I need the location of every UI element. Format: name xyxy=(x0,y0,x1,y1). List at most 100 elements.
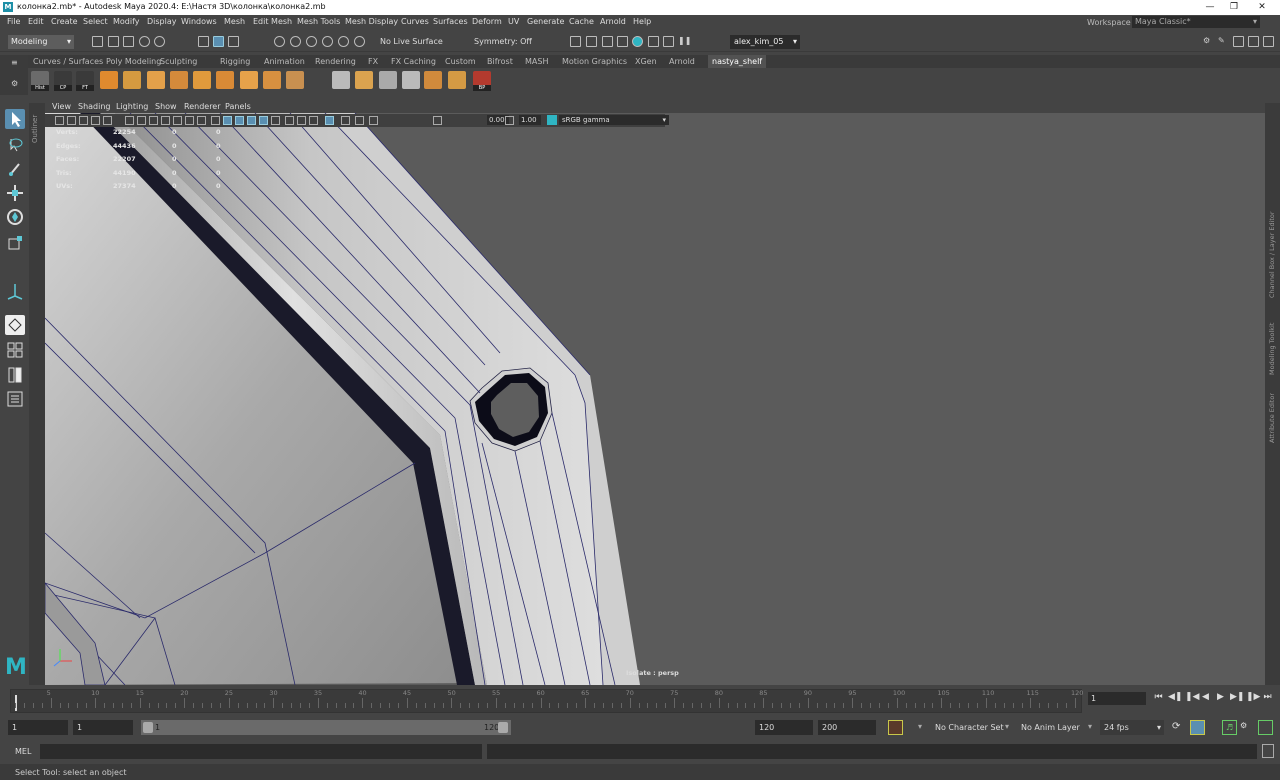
resolution-gate-icon[interactable] xyxy=(149,116,158,125)
anti-alias-icon[interactable] xyxy=(309,116,318,125)
menu-cache[interactable]: Cache xyxy=(569,17,594,26)
current-frame-field[interactable]: 1 xyxy=(1088,692,1146,705)
ambient-occlusion-icon[interactable] xyxy=(285,116,294,125)
shelf-bp-icon[interactable]: BP xyxy=(473,71,491,91)
show-manipulator-icon[interactable] xyxy=(5,281,25,301)
user-account-dropdown[interactable]: alex_kim_05 ▾ xyxy=(730,35,800,49)
exposure-icon[interactable] xyxy=(433,116,442,125)
menu-select[interactable]: Select xyxy=(83,17,108,26)
shelf-cube-icon[interactable] xyxy=(193,71,211,89)
shelf-tab-menu-icon[interactable]: ≡ xyxy=(11,58,18,67)
range-slider[interactable]: 1 120 xyxy=(141,720,511,735)
step-forward-key-icon[interactable]: ❚▶ xyxy=(1246,691,1260,704)
shelf-duplicate-icon[interactable] xyxy=(448,71,466,89)
attribute-editor-tab[interactable]: Attribute Editor xyxy=(1268,393,1276,443)
snap-curve-icon[interactable] xyxy=(290,36,301,47)
camera-attributes-icon[interactable] xyxy=(67,116,76,125)
bookmarks-icon[interactable] xyxy=(79,116,88,125)
hypershade-icon[interactable] xyxy=(632,36,643,47)
menu-surfaces[interactable]: Surfaces xyxy=(433,17,468,26)
menu-arnold[interactable]: Arnold xyxy=(600,17,626,26)
shelf-split-icon[interactable] xyxy=(263,71,281,89)
two-view-layout-icon[interactable] xyxy=(5,365,25,385)
shelf-hist-icon[interactable]: Hist xyxy=(31,71,49,91)
shelf-tab-motion-graphics[interactable]: Motion Graphics xyxy=(562,57,627,66)
snap-surface-icon[interactable] xyxy=(338,36,349,47)
xray-icon[interactable] xyxy=(341,116,350,125)
gamma-icon[interactable] xyxy=(505,116,514,125)
menu-set-select[interactable]: Modeling ▾ xyxy=(8,35,74,49)
undo-icon[interactable] xyxy=(139,36,150,47)
snap-view-icon[interactable] xyxy=(322,36,333,47)
shelf-multicut-icon[interactable] xyxy=(402,71,420,89)
gate-mask-icon[interactable] xyxy=(161,116,170,125)
end-time-field[interactable]: 200 xyxy=(818,720,876,735)
viewport-menu-show[interactable]: Show xyxy=(155,102,177,111)
viewport-menu-shading[interactable]: Shading xyxy=(78,102,111,111)
close-icon[interactable]: ✕ xyxy=(1248,0,1276,15)
paint-select-tool-icon[interactable] xyxy=(5,159,25,179)
backface-icon[interactable] xyxy=(369,116,378,125)
shelf-combine-icon[interactable] xyxy=(286,71,304,89)
select-object-icon[interactable] xyxy=(213,36,224,47)
move-tool-icon[interactable] xyxy=(5,183,25,203)
lasso-tool-icon[interactable] xyxy=(5,135,25,155)
cache-playback-icon[interactable] xyxy=(1190,720,1205,735)
command-input[interactable] xyxy=(40,744,482,759)
menu-edit-mesh[interactable]: Edit Mesh xyxy=(253,17,292,26)
menu-mesh[interactable]: Mesh xyxy=(224,17,245,26)
smooth-shade-icon[interactable] xyxy=(223,116,232,125)
go-to-end-icon[interactable]: ⏭ xyxy=(1262,691,1273,704)
key-dropdown-icon[interactable]: ▾ xyxy=(918,722,922,731)
shelf-bevel-icon[interactable] xyxy=(100,71,118,89)
viewport-menu-renderer[interactable]: Renderer xyxy=(184,102,221,111)
shelf-tab-arnold[interactable]: Arnold xyxy=(669,57,695,66)
go-to-start-icon[interactable]: ⏮ xyxy=(1153,691,1164,704)
shelf-sphere-icon[interactable] xyxy=(123,71,141,89)
four-view-layout-icon[interactable] xyxy=(5,340,25,360)
shelf-tab-fx[interactable]: FX xyxy=(368,57,378,66)
isolate-select-icon[interactable] xyxy=(325,116,334,125)
loop-icon[interactable]: ⟳ xyxy=(1172,721,1180,732)
shelf-merge-icon[interactable] xyxy=(240,71,258,89)
symmetry-dropdown[interactable]: Symmetry: Off xyxy=(474,35,532,49)
menu-generate[interactable]: Generate xyxy=(527,17,564,26)
select-hierarchy-icon[interactable] xyxy=(198,36,209,47)
save-scene-icon[interactable] xyxy=(123,36,134,47)
select-component-icon[interactable] xyxy=(228,36,239,47)
film-gate-icon[interactable] xyxy=(137,116,146,125)
select-camera-icon[interactable] xyxy=(55,116,64,125)
modeling-toolkit-icon[interactable]: ⚙ xyxy=(1203,36,1214,47)
step-forward-frame-icon[interactable]: ▶❚ xyxy=(1230,691,1244,704)
range-end-handle[interactable] xyxy=(498,722,508,733)
menu-create[interactable]: Create xyxy=(51,17,78,26)
outliner-collapsed-tab[interactable]: Outliner xyxy=(29,103,45,685)
shelf-tab-custom[interactable]: Custom xyxy=(445,57,476,66)
shelf-tab-xgen[interactable]: XGen xyxy=(635,57,657,66)
menu-uv[interactable]: UV xyxy=(508,17,519,26)
shelf-tab-animation[interactable]: Animation xyxy=(264,57,305,66)
render-view-icon[interactable] xyxy=(570,36,581,47)
fps-select[interactable]: 24 fps ▾ xyxy=(1100,720,1164,735)
menu-deform[interactable]: Deform xyxy=(472,17,502,26)
menu-help[interactable]: Help xyxy=(633,17,651,26)
shelf-tab-sculpting[interactable]: Sculpting xyxy=(160,57,197,66)
shelf-tab-fx-caching[interactable]: FX Caching xyxy=(391,57,436,66)
anim-prefs-icon[interactable]: ⚙ xyxy=(1240,721,1247,730)
wireframe-icon[interactable] xyxy=(211,116,220,125)
sculpt-icon[interactable]: ✎ xyxy=(1218,36,1229,47)
viewport-menu-panels[interactable]: Panels xyxy=(225,102,251,111)
new-scene-icon[interactable] xyxy=(92,36,103,47)
use-lights-icon[interactable] xyxy=(259,116,268,125)
rotate-tool-icon[interactable] xyxy=(5,207,25,227)
menu-edit[interactable]: Edit xyxy=(28,17,44,26)
textured-icon[interactable] xyxy=(247,116,256,125)
single-perspective-layout-icon[interactable] xyxy=(5,315,25,335)
snap-pivot-icon[interactable] xyxy=(354,36,365,47)
ipr-render-icon[interactable] xyxy=(602,36,613,47)
channel-box-tab[interactable]: Channel Box / Layer Editor xyxy=(1268,211,1276,298)
playback-start-field[interactable]: 1 xyxy=(73,720,133,735)
shelf-grid-icon[interactable] xyxy=(379,71,397,89)
pause-icon[interactable]: ❚❚ xyxy=(678,36,691,47)
shelf-cp-icon[interactable]: CP xyxy=(54,71,72,91)
